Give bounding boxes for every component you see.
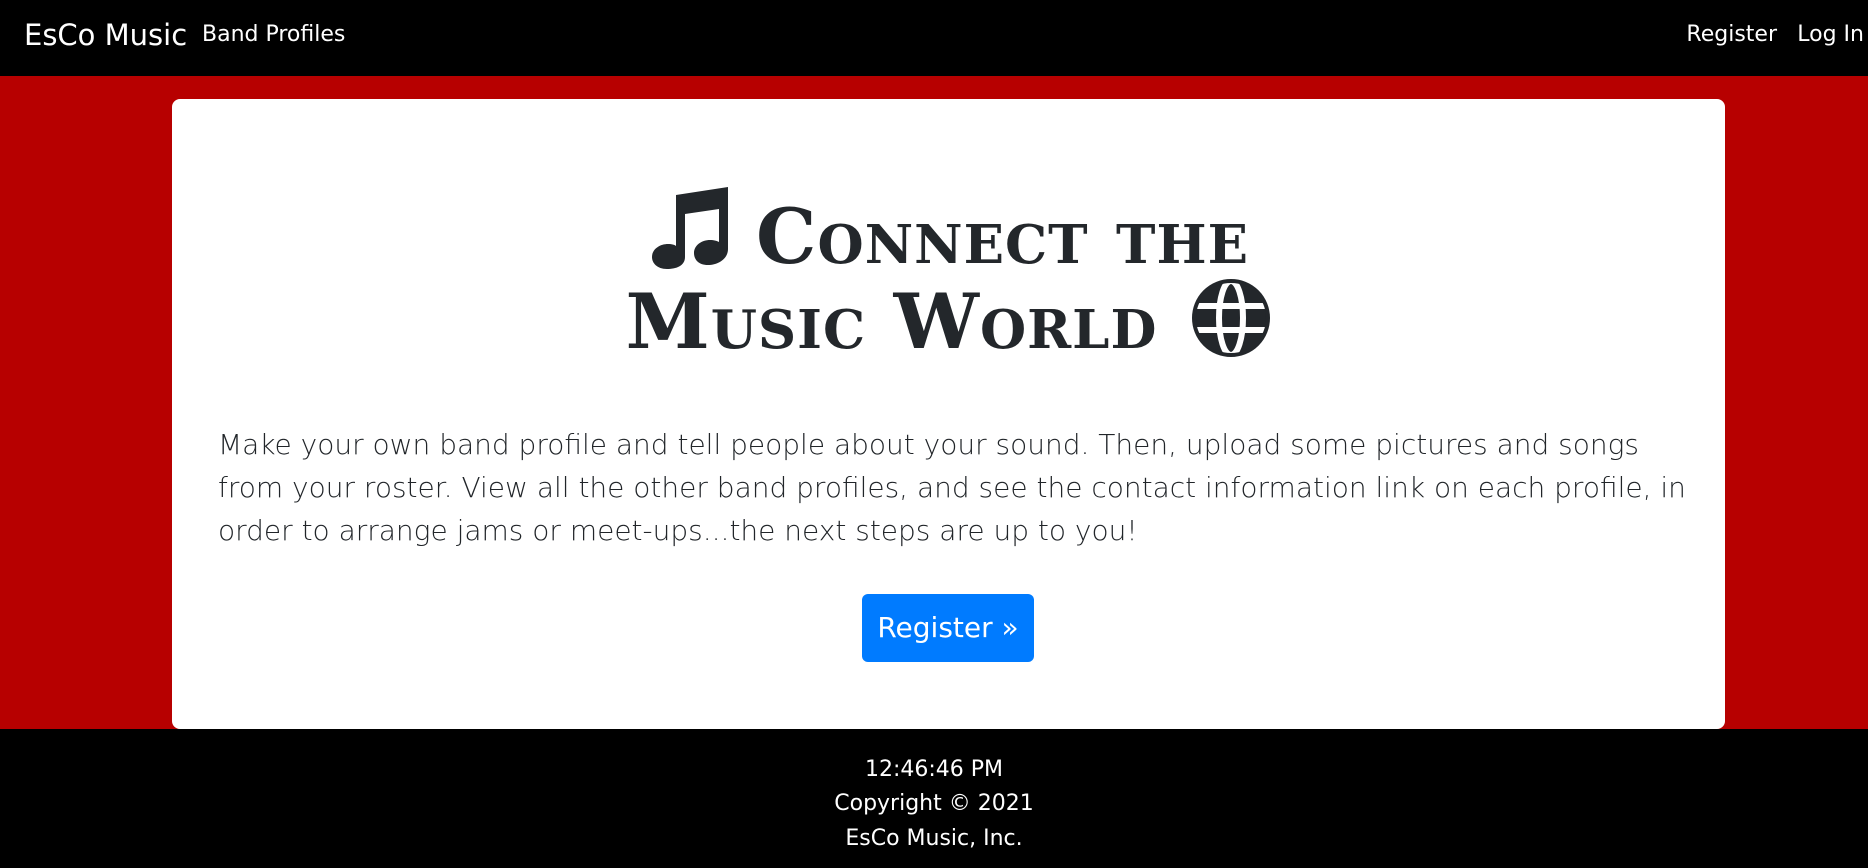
page-footer: 12:46:46 PM Copyright © 2021 EsCo Music,… (0, 729, 1868, 868)
globe-icon (1191, 278, 1271, 376)
hero-card: Connect the Music World Make your own ba… (172, 99, 1725, 729)
top-navbar: EsCo Music Band Profiles Register Log In (0, 0, 1868, 76)
hero-title-line-1-text: Connect the (756, 192, 1249, 281)
footer-copyright: Copyright © 2021 (834, 791, 1034, 816)
music-note-icon (648, 187, 732, 287)
hero-title-line-2-text: Music World (625, 277, 1158, 366)
register-button[interactable]: Register » (862, 594, 1034, 662)
hero-title-line-1: Connect the (172, 187, 1725, 287)
footer-company: EsCo Music, Inc. (845, 826, 1023, 851)
footer-clock: 12:46:46 PM (864, 757, 1004, 782)
hero-description: Make your own band profile and tell peop… (218, 428, 1686, 547)
brand-link[interactable]: EsCo Music (24, 18, 187, 52)
nav-register[interactable]: Register (1686, 22, 1777, 47)
nav-band-profiles[interactable]: Band Profiles (202, 22, 345, 47)
hero-title-line-2: Music World (172, 277, 1725, 376)
nav-login[interactable]: Log In (1797, 22, 1864, 47)
